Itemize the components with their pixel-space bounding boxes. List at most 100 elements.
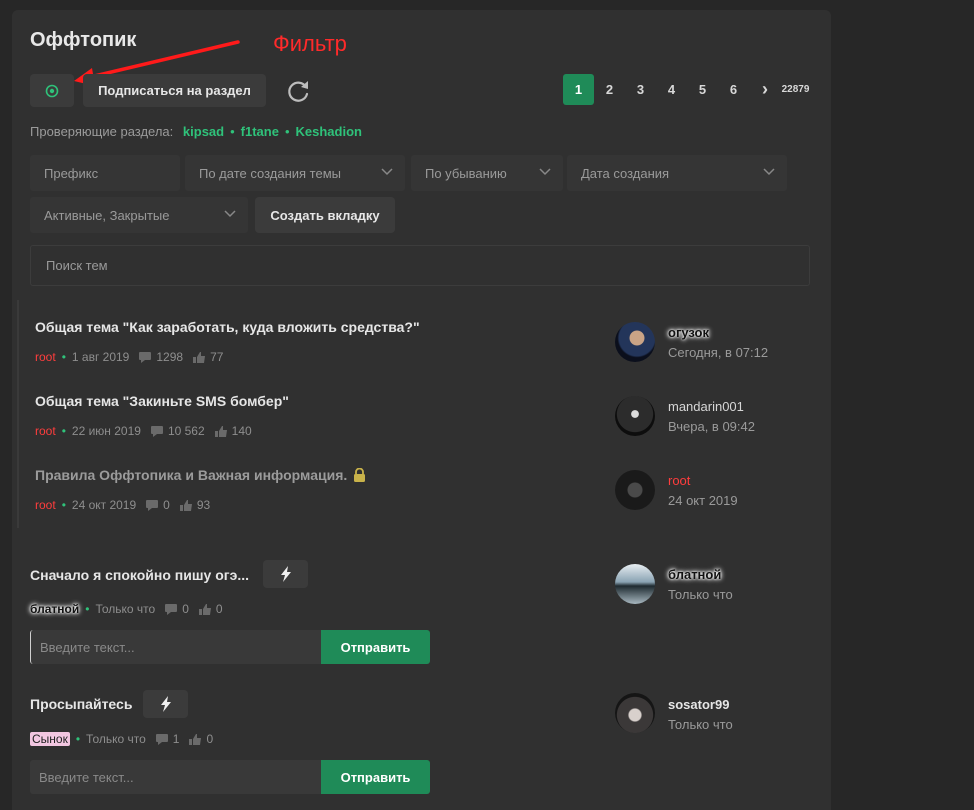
thread-date: 22 июн 2019 bbox=[71, 424, 141, 438]
thread-author[interactable]: блатной bbox=[30, 602, 79, 616]
thread-meta: Сынок • Только что 1 0 bbox=[30, 732, 214, 746]
thread-meta: блатной • Только что 0 0 bbox=[30, 602, 223, 616]
page-2[interactable]: 2 bbox=[596, 74, 623, 105]
chevron-down-icon bbox=[763, 168, 775, 176]
reply-count: 10 562 bbox=[167, 424, 205, 438]
order-select-label: По убыванию bbox=[425, 165, 507, 181]
reviewer-link[interactable]: kipsad bbox=[183, 124, 224, 139]
lock-icon bbox=[354, 468, 366, 482]
reviewer-link[interactable]: f1tane bbox=[241, 124, 279, 139]
create-tab-button[interactable]: Создать вкладку bbox=[255, 197, 395, 233]
thread-title[interactable]: Общая тема "Закиньте SMS бомбер" bbox=[35, 393, 289, 409]
thread-date: 24 окт 2019 bbox=[71, 498, 137, 512]
reviewers-label: Проверяющие раздела: bbox=[30, 124, 174, 139]
avatar[interactable] bbox=[615, 564, 655, 604]
thread-date: Только что bbox=[86, 732, 146, 746]
refresh-icon[interactable] bbox=[284, 78, 312, 106]
comment-icon bbox=[146, 499, 159, 511]
like-icon bbox=[189, 733, 202, 745]
thread-title-row[interactable]: Правила Оффтопика и Важная информация. bbox=[35, 467, 366, 483]
like-count: 93 bbox=[196, 498, 211, 512]
prefix-select-label: Префикс bbox=[44, 165, 99, 181]
comment-icon bbox=[150, 425, 163, 437]
reply-count: 0 bbox=[163, 498, 170, 512]
bolt-icon bbox=[280, 566, 291, 582]
thread-author[interactable]: root bbox=[35, 424, 56, 438]
date-select-label: Дата создания bbox=[581, 165, 670, 181]
comment-icon bbox=[155, 733, 168, 745]
like-count: 77 bbox=[210, 350, 224, 364]
like-count: 140 bbox=[231, 424, 252, 438]
thread-title[interactable]: Просыпайтесь bbox=[30, 696, 132, 712]
reply-input[interactable]: Введите текст... bbox=[30, 760, 321, 794]
page-5[interactable]: 5 bbox=[689, 74, 716, 105]
page-1[interactable]: 1 bbox=[563, 74, 594, 105]
last-post-time: Только что bbox=[668, 717, 733, 732]
page-4[interactable]: 4 bbox=[658, 74, 685, 105]
chevron-down-icon bbox=[224, 210, 236, 218]
thread-title[interactable]: Правила Оффтопика и Важная информация. bbox=[35, 467, 347, 483]
send-button[interactable]: Отправить bbox=[321, 630, 430, 664]
thread-author[interactable]: root bbox=[35, 350, 56, 364]
chevron-down-icon bbox=[539, 168, 551, 176]
avatar[interactable] bbox=[615, 470, 655, 510]
thread-author[interactable]: root bbox=[35, 498, 56, 512]
like-count: 0 bbox=[215, 602, 223, 616]
sticky-divider bbox=[17, 300, 19, 528]
last-page[interactable]: 22879 bbox=[780, 74, 811, 105]
like-icon bbox=[214, 425, 227, 437]
target-icon bbox=[45, 84, 59, 97]
send-button[interactable]: Отправить bbox=[321, 760, 430, 794]
state-select-label: Активные, Закрытые bbox=[44, 207, 170, 223]
thread-meta: root • 24 окт 2019 0 93 bbox=[35, 498, 211, 512]
search-input[interactable]: Поиск тем bbox=[30, 245, 810, 286]
quick-reply-button[interactable] bbox=[263, 560, 308, 588]
like-icon bbox=[198, 603, 211, 615]
page-3[interactable]: 3 bbox=[627, 74, 654, 105]
quick-reply-button[interactable] bbox=[143, 690, 188, 718]
last-post-time: 24 окт 2019 bbox=[668, 493, 738, 508]
like-count: 0 bbox=[206, 732, 214, 746]
comment-icon bbox=[165, 603, 178, 615]
avatar[interactable] bbox=[615, 693, 655, 733]
like-icon bbox=[179, 499, 192, 511]
last-post-time: Сегодня, в 07:12 bbox=[668, 345, 769, 360]
date-select[interactable]: Дата создания bbox=[567, 155, 787, 191]
thread-date: 1 авг 2019 bbox=[71, 350, 130, 364]
thread-meta: root • 22 июн 2019 10 562 140 bbox=[35, 424, 252, 438]
search-placeholder: Поиск тем bbox=[46, 258, 108, 273]
chevron-down-icon bbox=[381, 168, 393, 176]
last-poster-name[interactable]: root bbox=[668, 473, 690, 488]
thread-title[interactable]: Сначало я спокойно пишу огэ... bbox=[30, 567, 249, 583]
reply-input[interactable]: Введите текст... bbox=[30, 630, 321, 664]
avatar[interactable] bbox=[615, 322, 655, 362]
last-poster-name[interactable]: sosator99 bbox=[668, 697, 729, 712]
subscribe-button[interactable]: Подписаться на раздел bbox=[83, 74, 266, 107]
sort-select[interactable]: По дате создания темы bbox=[185, 155, 405, 191]
comment-icon bbox=[139, 351, 152, 363]
last-poster-name[interactable]: блатной bbox=[668, 567, 721, 582]
filter-button[interactable] bbox=[30, 74, 74, 107]
bolt-icon bbox=[160, 696, 171, 712]
reply-count: 1298 bbox=[156, 350, 184, 364]
next-page-icon[interactable]: › bbox=[752, 74, 778, 105]
prefix-select[interactable]: Префикс bbox=[30, 155, 180, 191]
last-post-time: Вчера, в 09:42 bbox=[668, 419, 755, 434]
reply-count: 1 bbox=[172, 732, 180, 746]
last-poster-name[interactable]: огузок bbox=[668, 325, 709, 340]
thread-date: Только что bbox=[95, 602, 156, 616]
order-select[interactable]: По убыванию bbox=[411, 155, 563, 191]
last-poster-name[interactable]: mandarin001 bbox=[668, 399, 744, 414]
like-icon bbox=[193, 351, 206, 363]
page-6[interactable]: 6 bbox=[720, 74, 747, 105]
avatar[interactable] bbox=[615, 396, 655, 436]
thread-author[interactable]: Сынок bbox=[30, 732, 70, 746]
thread-title[interactable]: Общая тема "Как заработать, куда вложить… bbox=[35, 319, 420, 335]
sort-select-label: По дате создания темы bbox=[199, 165, 341, 181]
state-select[interactable]: Активные, Закрытые bbox=[30, 197, 248, 233]
reviewers-line: Проверяющие раздела: kipsad • f1tane • Kesha… bbox=[30, 124, 362, 139]
reviewer-link[interactable]: Keshadion bbox=[296, 124, 362, 139]
thread-meta: root • 1 авг 2019 1298 77 bbox=[35, 350, 224, 364]
reply-count: 0 bbox=[182, 602, 189, 616]
last-post-time: Только что bbox=[668, 587, 733, 602]
